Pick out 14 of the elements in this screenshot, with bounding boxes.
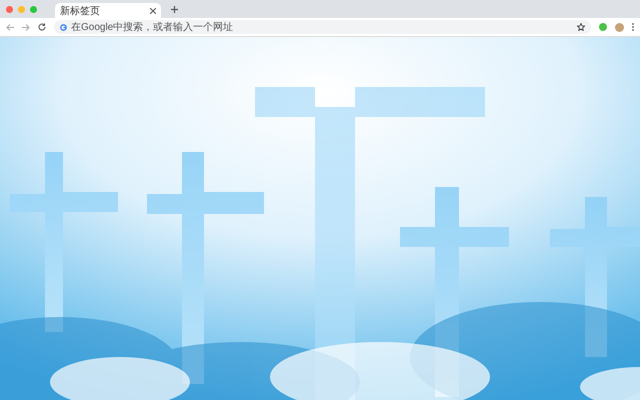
minimize-light[interactable]: [18, 6, 25, 12]
avatar-icon[interactable]: [615, 22, 624, 32]
back-arrow-icon[interactable]: [6, 24, 14, 30]
star-icon[interactable]: [577, 23, 585, 31]
browser-tab[interactable]: 新标签页: [55, 3, 161, 18]
address-bar[interactable]: 在Google中搜索，或者输入一个网址: [54, 20, 591, 34]
extension-dot-icon[interactable]: [599, 23, 607, 31]
plus-icon[interactable]: [171, 6, 178, 12]
close-icon[interactable]: [150, 8, 156, 14]
forward-arrow-icon[interactable]: [22, 24, 30, 30]
zoom-light[interactable]: [30, 6, 37, 12]
close-light[interactable]: [6, 6, 13, 12]
reload-icon[interactable]: [38, 23, 46, 31]
g-logo-icon: [60, 24, 67, 30]
